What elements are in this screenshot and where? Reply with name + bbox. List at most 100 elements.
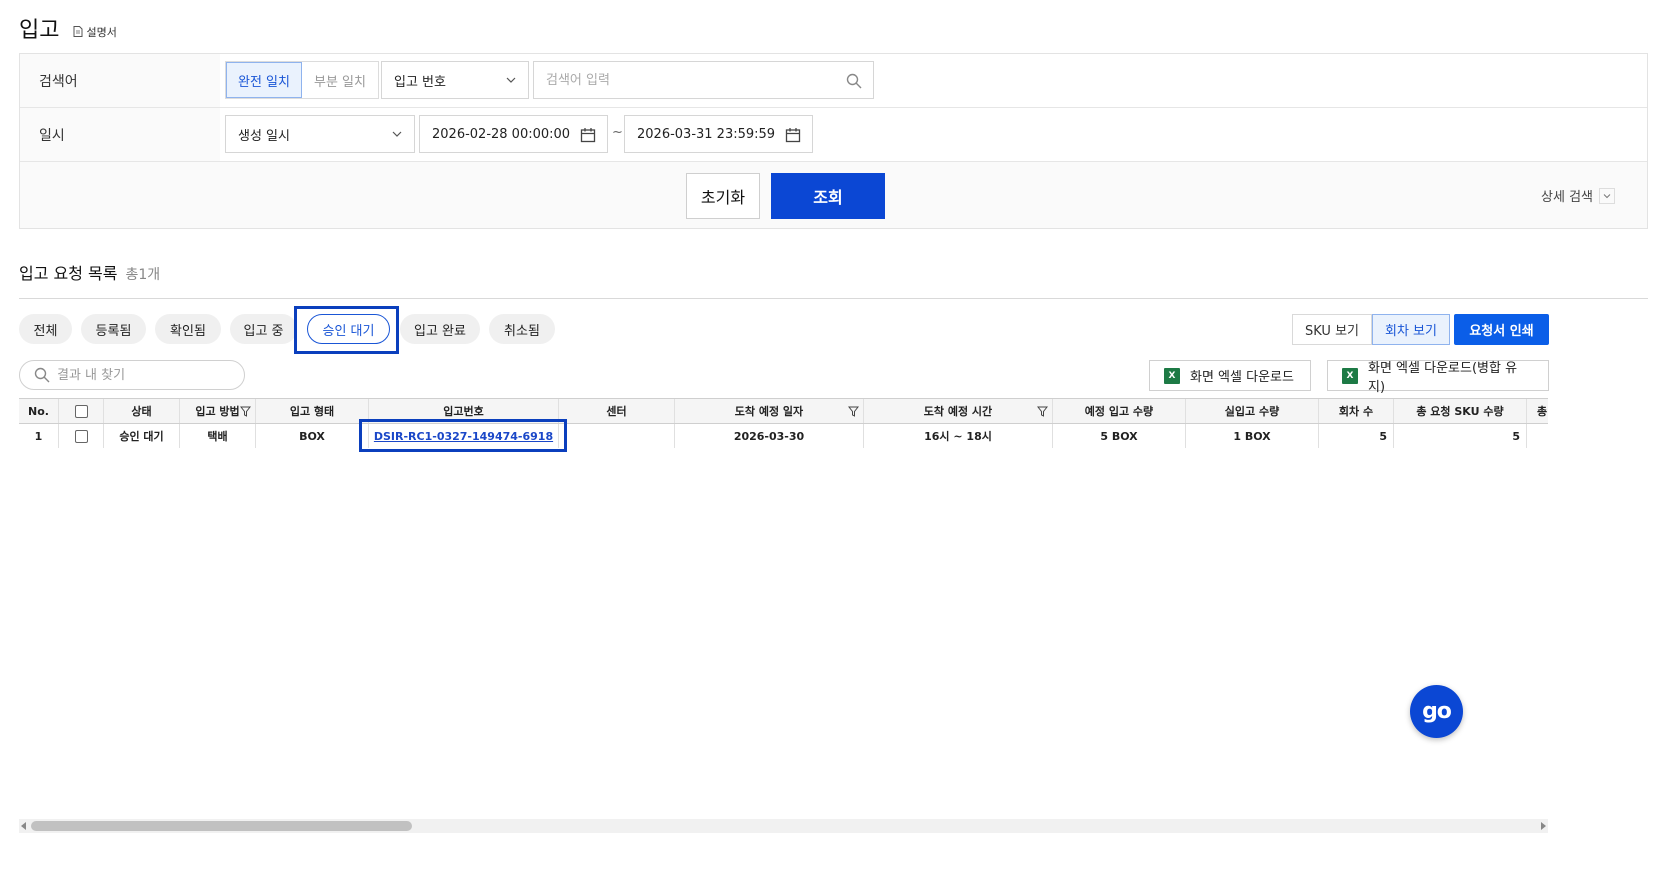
excel-download-label: 화면 엑셀 다운로드 [1190, 370, 1294, 385]
partial-match-button[interactable]: 부분 일치 [302, 62, 378, 98]
row-center [559, 424, 675, 448]
date-type-select[interactable]: 생성 일시 [225, 115, 415, 153]
date-type-value: 생성 일시 [238, 128, 290, 144]
search-panel: 검색어 완전 일치 부분 일치 입고 번호 일시 생성 일시 ~ 초 [19, 53, 1648, 229]
divider [19, 298, 1648, 299]
col-select-all [59, 399, 104, 423]
scrollbar-thumb[interactable] [31, 821, 412, 831]
col-round-count: 회차 수 [1319, 399, 1394, 423]
filter-icon[interactable] [1037, 406, 1048, 417]
col-total-sku-qty: 총 요청 SKU 수량 [1394, 399, 1527, 423]
chevron-down-icon [392, 131, 402, 137]
row-arrival-date: 2026-03-30 [675, 424, 864, 448]
search-field-select[interactable]: 입고 번호 [381, 61, 529, 99]
table-row[interactable]: 1 승인 대기 택배 BOX DSIR-RC1-0327-149474-6918… [19, 424, 1548, 448]
calendar-icon[interactable] [785, 127, 801, 143]
print-request-button[interactable]: 요청서 인쇄 [1454, 314, 1549, 345]
row-truncated [1527, 424, 1548, 448]
reset-button[interactable]: 초기화 [686, 173, 760, 219]
row-method: 택배 [180, 424, 256, 448]
chevron-down-icon [506, 77, 516, 83]
match-type-toggle: 완전 일치 부분 일치 [225, 61, 379, 99]
scroll-left-arrow[interactable] [21, 822, 26, 830]
tab-registered[interactable]: 등록됨 [81, 314, 146, 344]
col-arrival-time: 도착 예정 시간 [864, 399, 1053, 423]
go-logo: go [1422, 699, 1452, 724]
page-title: 입고 [19, 18, 60, 43]
round-view-button[interactable]: 회차 보기 [1372, 314, 1450, 345]
tab-all[interactable]: 전체 [19, 314, 72, 344]
view-toggle: SKU 보기 회차 보기 [1292, 314, 1450, 345]
col-method: 입고 방법 [180, 399, 256, 423]
date-from-wrap [419, 115, 608, 153]
excel-download-button[interactable]: X 화면 엑셀 다운로드 [1149, 360, 1311, 391]
tab-completed[interactable]: 입고 완료 [400, 314, 480, 344]
result-filter [19, 360, 245, 390]
row-checkbox[interactable] [74, 429, 88, 443]
col-no: No. [19, 399, 59, 423]
chevron-down-icon [1599, 187, 1615, 204]
search-icon [34, 367, 50, 383]
col-type: 입고 형태 [256, 399, 369, 423]
horizontal-scrollbar[interactable] [19, 819, 1548, 833]
col-status: 상태 [104, 399, 180, 423]
date-to-input[interactable] [625, 116, 812, 152]
row-planned-qty: 5 BOX [1053, 424, 1186, 448]
col-arrival-date-label: 도착 예정 일자 [734, 405, 804, 418]
row-type: BOX [256, 424, 369, 448]
col-actual-qty: 실입고 수량 [1186, 399, 1319, 423]
excel-icon: X [1342, 367, 1358, 384]
date-to-wrap [624, 115, 813, 153]
receipt-table: No. 상태 입고 방법 입고 형태 입고번호 센터 도착 예정 일자 도착 예… [19, 398, 1548, 448]
exact-match-button[interactable]: 완전 일치 [226, 62, 302, 98]
search-icon[interactable] [846, 73, 862, 89]
col-arrival-date: 도착 예정 일자 [675, 399, 864, 423]
excel-download-merge-label: 화면 엑셀 다운로드(병합 유지) [1368, 360, 1518, 395]
keyword-row: 검색어 완전 일치 부분 일치 입고 번호 [20, 54, 1647, 108]
search-field-value: 입고 번호 [394, 74, 446, 90]
search-actions: 초기화 조회 상세 검색 [20, 162, 1647, 229]
keyword-input-wrap [533, 61, 874, 99]
col-center: 센터 [559, 399, 675, 423]
row-receipt-no-cell: DSIR-RC1-0327-149474-6918 [369, 424, 559, 448]
list-count: 총1개 [125, 267, 161, 283]
floating-go-button[interactable]: go [1410, 685, 1463, 738]
excel-icon: X [1164, 367, 1180, 384]
col-total-truncated: 총 [1527, 399, 1548, 423]
manual-label: 설명서 [86, 25, 117, 39]
datetime-label: 일시 [20, 108, 220, 161]
list-header: 입고 요청 목록 총1개 [19, 260, 160, 284]
tab-cancelled[interactable]: 취소됨 [489, 314, 555, 344]
tab-pending-approval[interactable]: 승인 대기 [307, 314, 390, 344]
keyword-input[interactable] [534, 62, 873, 98]
row-select [59, 424, 104, 448]
row-arrival-time: 16시 ~ 18시 [864, 424, 1053, 448]
row-total-sku-qty: 5 [1394, 424, 1527, 448]
list-title: 입고 요청 목록 [19, 264, 118, 283]
col-arrival-time-label: 도착 예정 시간 [923, 405, 993, 418]
col-method-label: 입고 방법 [195, 405, 240, 418]
filter-icon[interactable] [240, 406, 251, 417]
date-from-input[interactable] [420, 116, 607, 152]
document-icon [73, 26, 83, 37]
calendar-icon[interactable] [580, 127, 596, 143]
row-actual-qty: 1 BOX [1186, 424, 1319, 448]
filter-icon[interactable] [848, 406, 859, 417]
manual-link[interactable]: 설명서 [73, 24, 117, 40]
select-all-checkbox[interactable] [74, 404, 88, 418]
search-button[interactable]: 조회 [771, 173, 885, 219]
col-receipt-no: 입고번호 [369, 399, 559, 423]
detail-search-label: 상세 검색 [1541, 190, 1593, 205]
scroll-right-arrow[interactable] [1541, 822, 1546, 830]
col-planned-qty: 예정 입고 수량 [1053, 399, 1186, 423]
detail-search-toggle[interactable]: 상세 검색 [1541, 186, 1615, 205]
excel-download-merge-button[interactable]: X 화면 엑셀 다운로드(병합 유지) [1327, 360, 1549, 395]
row-no: 1 [19, 424, 59, 448]
receipt-no-link[interactable]: DSIR-RC1-0327-149474-6918 [374, 430, 553, 443]
datetime-row: 일시 생성 일시 ~ [20, 108, 1647, 162]
sku-view-button[interactable]: SKU 보기 [1292, 314, 1372, 345]
result-filter-input[interactable] [57, 367, 227, 383]
tab-receiving[interactable]: 입고 중 [230, 314, 297, 344]
tab-confirmed[interactable]: 확인됨 [155, 314, 221, 344]
page-header: 입고 설명서 [19, 12, 117, 44]
